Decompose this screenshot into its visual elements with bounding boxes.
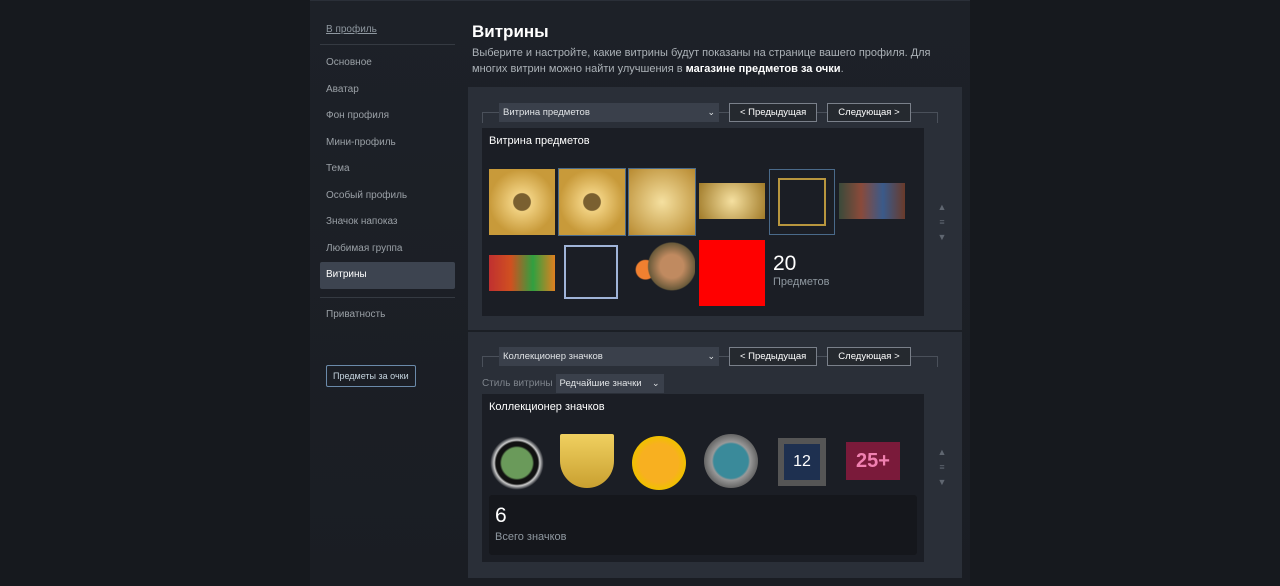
sidebar: В профиль Основное Аватар Фон профиля Ми…	[320, 20, 455, 387]
chevron-down-icon: ⌄	[707, 350, 715, 361]
divider	[320, 296, 455, 298]
page-description: Выберите и настройте, какие витрины буду…	[472, 45, 962, 77]
showcase-select[interactable]: Витрина предметов ⌄	[499, 102, 719, 122]
points-shop-button[interactable]: Предметы за очки	[326, 365, 416, 387]
showcase-select[interactable]: Коллекционер значков ⌄	[499, 346, 719, 366]
badge[interactable]: 12	[778, 438, 826, 486]
item-showcase-panel: Витрина предметов ⌄ < Предыдущая Следующа…	[468, 87, 962, 330]
points-shop-link[interactable]: магазине предметов за очки	[686, 63, 841, 75]
showcase-style-row: Стиль витрины Редчайшие значки ⌄	[482, 374, 948, 393]
sidebar-item-featured-badge[interactable]: Значок напоказ	[320, 209, 455, 236]
badge[interactable]	[560, 434, 614, 488]
desc-end: .	[840, 63, 844, 75]
badge-showcase-box: Коллекционер значков 12 25+ 6 Всего знач…	[482, 394, 924, 562]
item-slot[interactable]	[699, 240, 765, 306]
move-down-icon[interactable]: ▼	[936, 475, 948, 490]
item-count-label: Предметов	[773, 276, 830, 288]
sidebar-item-mini-profile[interactable]: Мини-профиль	[320, 130, 455, 157]
item-slot[interactable]	[839, 183, 905, 219]
select-value: Витрина предметов	[503, 106, 590, 118]
showcase-title: Коллекционер значков	[489, 401, 605, 413]
badge-showcase-panel: Коллекционер значков ⌄ < Предыдущая Следу…	[468, 332, 962, 578]
item-slot[interactable]	[628, 168, 696, 236]
item-slot[interactable]	[699, 183, 765, 219]
sidebar-item-showcases[interactable]: Витрины	[320, 262, 455, 289]
item-slot[interactable]	[559, 240, 625, 306]
style-label: Стиль витрины	[482, 378, 553, 389]
sidebar-item-theme[interactable]: Тема	[320, 156, 455, 183]
badge-count-box: 6 Всего значков	[489, 495, 917, 555]
page-title: Витрины	[472, 22, 549, 41]
item-slot[interactable]	[558, 168, 626, 236]
badge[interactable]	[704, 434, 758, 488]
item-slot[interactable]	[629, 240, 695, 306]
next-button[interactable]: Следующая >	[827, 102, 911, 122]
move-up-icon[interactable]: ▲	[936, 200, 948, 215]
sidebar-item-favorite-group[interactable]: Любимая группа	[320, 236, 455, 263]
select-value: Редчайшие значки	[559, 378, 642, 389]
select-value: Коллекционер значков	[503, 350, 603, 362]
reorder-controls: ▲ ≡ ▼	[936, 200, 948, 245]
drag-handle-icon[interactable]: ≡	[936, 215, 948, 230]
sidebar-item-general[interactable]: Основное	[320, 50, 455, 77]
move-up-icon[interactable]: ▲	[936, 445, 948, 460]
item-slot[interactable]	[489, 255, 555, 291]
sidebar-item-background[interactable]: Фон профиля	[320, 103, 455, 130]
badge-count-label: Всего значков	[495, 531, 567, 543]
chevron-down-icon: ⌄	[652, 378, 660, 388]
drag-handle-icon[interactable]: ≡	[936, 460, 948, 475]
back-to-profile-link[interactable]: В профиль	[320, 20, 455, 45]
sidebar-item-special-profile[interactable]: Особый профиль	[320, 183, 455, 210]
style-select[interactable]: Редчайшие значки ⌄	[555, 374, 664, 393]
sidebar-item-privacy[interactable]: Приватность	[320, 302, 455, 329]
item-showcase-box: Витрина предметов 20 Предметов	[482, 128, 924, 316]
showcase-title: Витрина предметов	[489, 135, 590, 147]
next-button[interactable]: Следующая >	[827, 346, 911, 366]
badge-number: 12	[784, 444, 820, 480]
item-slot[interactable]	[489, 169, 555, 235]
prev-button[interactable]: < Предыдущая	[729, 346, 818, 366]
badge[interactable]	[632, 436, 686, 490]
item-slot[interactable]	[769, 169, 835, 235]
reorder-controls: ▲ ≡ ▼	[936, 445, 948, 490]
badge[interactable]	[490, 436, 544, 490]
header: Витрины Выберите и настройте, какие витр…	[472, 22, 962, 77]
chevron-down-icon: ⌄	[707, 106, 715, 117]
sidebar-item-avatar[interactable]: Аватар	[320, 77, 455, 104]
badge-count: 6	[495, 504, 507, 527]
prev-button[interactable]: < Предыдущая	[729, 102, 818, 122]
item-count: 20	[773, 252, 797, 275]
badge[interactable]: 25+	[846, 442, 900, 480]
move-down-icon[interactable]: ▼	[936, 230, 948, 245]
